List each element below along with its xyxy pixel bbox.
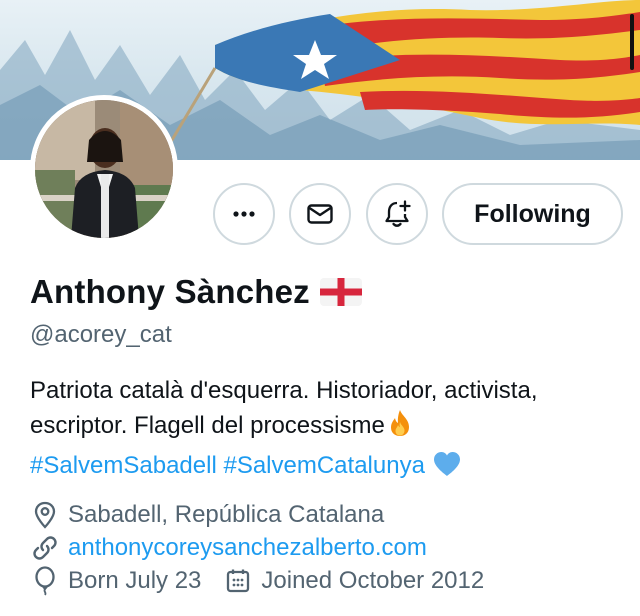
website-row: anthonycoreysanchezalberto.com bbox=[30, 533, 427, 563]
scrollbar[interactable] bbox=[630, 14, 634, 70]
bell-plus-icon bbox=[385, 200, 411, 227]
more-icon bbox=[233, 211, 255, 217]
birthday-text: Born July 23 bbox=[68, 567, 202, 594]
location-pin-icon bbox=[30, 500, 60, 530]
location-text: Sabadell, República Catalana bbox=[68, 501, 385, 528]
bio-line-2: escriptor. Flagell del processisme bbox=[30, 408, 630, 448]
name-row: Anthony Sànchez bbox=[30, 273, 362, 311]
bio-line-2-text: escriptor. Flagell del processisme bbox=[30, 412, 385, 439]
joined-text: Joined October 2012 bbox=[261, 567, 485, 594]
link-icon bbox=[30, 533, 60, 563]
following-button[interactable]: Following bbox=[442, 183, 623, 245]
calendar-icon bbox=[223, 566, 253, 596]
avatar-photo bbox=[35, 100, 173, 238]
user-handle: @acorey_cat bbox=[30, 321, 172, 348]
bio: Patriota català d'esquerra. Historiador,… bbox=[30, 373, 630, 488]
england-flag-icon bbox=[319, 278, 362, 306]
display-name: Anthony Sànchez bbox=[30, 273, 310, 310]
bio-line-3: #SalvemSabadell #SalvemCatalunya bbox=[30, 448, 630, 488]
hashtag-link-2[interactable]: #SalvemCatalunya bbox=[223, 452, 424, 479]
dates-row: Born July 23 Joined October 2012 bbox=[30, 566, 484, 596]
more-button[interactable] bbox=[213, 183, 275, 245]
notify-button[interactable] bbox=[366, 183, 428, 245]
website-link[interactable]: anthonycoreysanchezalberto.com bbox=[68, 534, 427, 562]
fire-icon bbox=[385, 408, 415, 448]
avatar[interactable] bbox=[30, 95, 178, 243]
bio-line-1: Patriota català d'esquerra. Historiador,… bbox=[30, 377, 538, 404]
location-row: Sabadell, República Catalana bbox=[30, 500, 384, 530]
envelope-icon bbox=[307, 204, 333, 224]
hashtag-link-1[interactable]: #SalvemSabadell bbox=[30, 452, 217, 479]
blue-heart-icon bbox=[432, 450, 462, 488]
balloon-icon bbox=[30, 566, 60, 596]
message-button[interactable] bbox=[289, 183, 351, 245]
